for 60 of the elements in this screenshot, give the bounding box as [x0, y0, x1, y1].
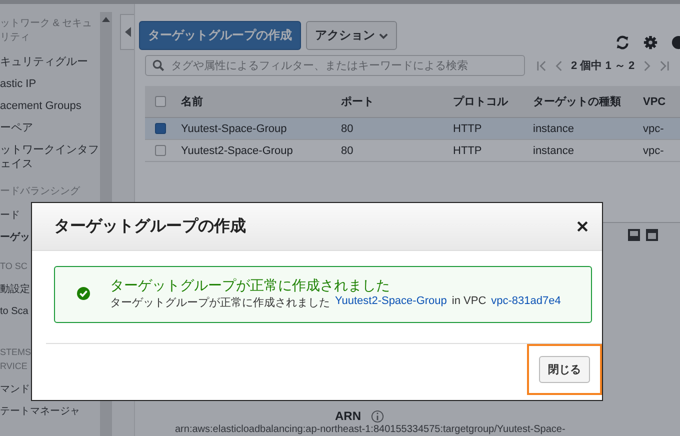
table-row[interactable]: Yuutest2-Space-Group 80 HTTP instance vpc- — [145, 140, 680, 162]
table-cell-text: HTTP — [452, 122, 483, 134]
next-page-icon[interactable] — [642, 60, 652, 72]
table-cell-text: vpc- — [642, 144, 665, 156]
collapse-tab[interactable] — [120, 14, 134, 50]
table-row[interactable]: Yuutest-Space-Group 80 HTTP instance vpc- — [145, 118, 680, 140]
sidebar-item[interactable]: テートマネージャ — [0, 401, 100, 423]
alert-title: ターゲットグループが正常に作成されました — [110, 277, 391, 295]
arn-value: arn:aws:elasticloadbalancing:ap-northeast-1:840155334575:targetgroup/Yuutest-Space- — [175, 424, 566, 435]
check-circle-icon — [77, 287, 90, 300]
search-field[interactable]: タグや属性によるフィルター、またはキーワードによる検索 — [145, 55, 525, 76]
table-cell-text: instance — [532, 144, 575, 156]
sidebar-header: ットワーク & セキュリティ — [0, 17, 94, 45]
panel-top-icon[interactable] — [646, 229, 658, 241]
select-all-checkbox[interactable] — [154, 96, 166, 107]
column-header[interactable]: ポート — [335, 94, 447, 109]
create-target-group-button[interactable]: ターゲットグループの作成 — [139, 21, 301, 50]
column-header[interactable]: プロトコル — [447, 94, 527, 109]
close-icon[interactable] — [577, 221, 588, 232]
sidebar-header: TO SC — [0, 260, 28, 273]
search-icon — [152, 59, 165, 72]
table-cell-text: instance — [532, 122, 575, 134]
close-button[interactable]: 閉じる — [539, 356, 590, 383]
table-cell-text: Yuutest-Space-Group — [180, 122, 288, 134]
sidebar-item[interactable]: ーペア — [0, 117, 100, 139]
dialog-title: ターゲットグループの作成 — [54, 216, 246, 237]
scroll-up-icon[interactable] — [102, 16, 110, 22]
settings-icon[interactable] — [643, 35, 658, 50]
sidebar-item[interactable]: acement Groups — [0, 95, 100, 117]
row-checkbox[interactable] — [154, 123, 166, 134]
caret-icon — [379, 32, 388, 38]
table-cell-text: vpc- — [642, 122, 665, 134]
column-header[interactable]: VPC — [637, 96, 677, 108]
row-checkbox[interactable] — [154, 145, 166, 156]
column-header[interactable]: ターゲットの種類 — [527, 94, 637, 109]
column-header[interactable]: 名前 — [175, 94, 335, 109]
sidebar-header: STEMS — [0, 346, 32, 359]
sidebar-item[interactable]: キュリティグルー — [0, 51, 100, 73]
table-cell-text: 80 — [340, 122, 354, 134]
alert-message: ターゲットグループが正常に作成されました — [110, 296, 330, 310]
table-cell-text: Yuutest2-Space-Group — [180, 144, 294, 156]
first-page-icon[interactable] — [537, 60, 546, 72]
collapse-icon[interactable] — [124, 27, 130, 37]
alert-message: in VPC — [452, 295, 486, 309]
sidebar-item[interactable]: astic IP — [0, 73, 100, 95]
panel-bottom-icon[interactable] — [628, 229, 640, 241]
target-group-link[interactable]: Yuutest2-Space-Group — [335, 295, 447, 310]
arn-label: ARN — [335, 409, 361, 423]
refresh-icon[interactable] — [615, 35, 630, 50]
sidebar-header: RVICE — [0, 360, 28, 373]
sidebar-item[interactable]: ットワークインタフェイス — [0, 139, 100, 175]
last-page-icon[interactable] — [660, 60, 669, 72]
previous-page-icon[interactable] — [554, 60, 563, 72]
table-cell-text: HTTP — [452, 144, 483, 156]
actions-button[interactable]: アクション — [306, 21, 397, 50]
sidebar-header: ードバランシング — [0, 185, 81, 199]
vpc-link[interactable]: vpc-831ad7e4 — [491, 295, 561, 310]
info-icon[interactable] — [371, 410, 384, 422]
pagination-label: 2 個中 1 ～ 2 — [571, 58, 635, 73]
table-cell-text: 80 — [340, 144, 354, 156]
